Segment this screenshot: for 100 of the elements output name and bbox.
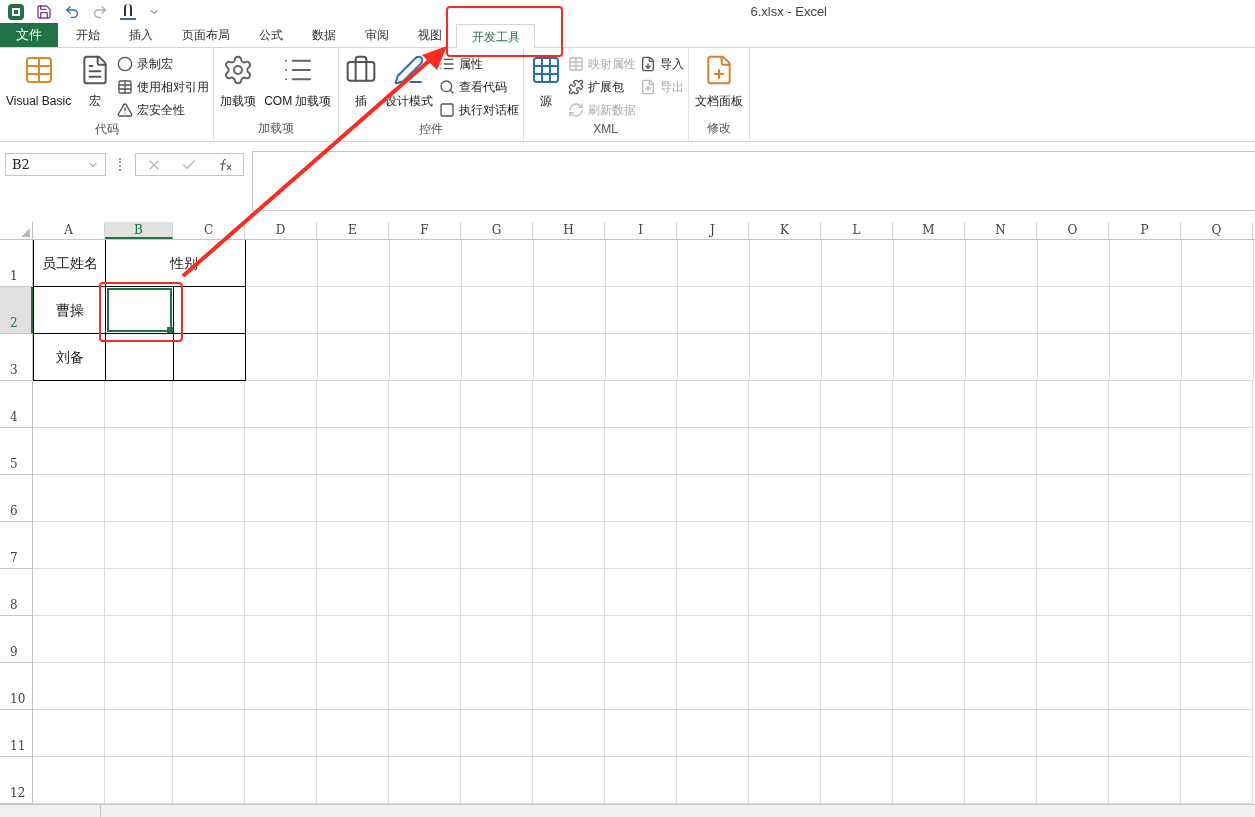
grid-cell[interactable]	[462, 287, 534, 334]
grid-cell[interactable]	[1037, 381, 1109, 428]
file-tab[interactable]: 文件	[0, 23, 58, 47]
grid-cell[interactable]	[246, 334, 318, 381]
grid-cell[interactable]	[1037, 616, 1109, 663]
grid-cell[interactable]	[677, 475, 749, 522]
ribbon-tab[interactable]: 开始	[61, 23, 114, 47]
grid-cell[interactable]	[1037, 569, 1109, 616]
grid-cell[interactable]	[105, 663, 173, 710]
function-icon[interactable]	[217, 156, 234, 173]
grid-cell[interactable]	[822, 240, 894, 287]
table-cell[interactable]	[106, 334, 174, 381]
grid-cell[interactable]	[1038, 334, 1110, 381]
grid-cell[interactable]	[173, 710, 245, 757]
grid-cell[interactable]	[605, 428, 677, 475]
table-cell[interactable]	[174, 334, 246, 381]
grid-cell[interactable]	[677, 428, 749, 475]
grid-cell[interactable]	[1182, 334, 1254, 381]
row-header[interactable]: 11	[0, 710, 33, 757]
grid-cell[interactable]	[1109, 710, 1181, 757]
grid-cell[interactable]	[605, 663, 677, 710]
grid-cell[interactable]	[534, 334, 606, 381]
grid-cell[interactable]	[749, 381, 821, 428]
grid-cell[interactable]	[461, 569, 533, 616]
column-header[interactable]: I	[605, 222, 677, 239]
grid-cell[interactable]	[822, 287, 894, 334]
grid-cell[interactable]	[33, 569, 105, 616]
ribbon-tab[interactable]: 开发工具	[456, 24, 535, 48]
grid-cell[interactable]	[1037, 522, 1109, 569]
grid-cell[interactable]	[677, 616, 749, 663]
grid-cell[interactable]	[893, 569, 965, 616]
grid-cell[interactable]	[1182, 287, 1254, 334]
grid-cell[interactable]	[317, 475, 389, 522]
grid-cell[interactable]	[749, 616, 821, 663]
grid-cell[interactable]	[821, 475, 893, 522]
grid-cell[interactable]	[605, 475, 677, 522]
ribbon-small-button[interactable]: 执行对话框	[438, 100, 519, 120]
grid-cell[interactable]	[461, 381, 533, 428]
row-header[interactable]: 9	[0, 616, 33, 663]
grid-cell[interactable]	[245, 663, 317, 710]
grid-cell[interactable]	[33, 428, 105, 475]
grid-cell[interactable]	[605, 522, 677, 569]
grid-cell[interactable]	[389, 522, 461, 569]
ribbon-small-button[interactable]: 使用相对引用	[117, 77, 210, 97]
grid-cell[interactable]	[677, 710, 749, 757]
grid-cell[interactable]	[821, 569, 893, 616]
grid-cell[interactable]	[533, 616, 605, 663]
grid-cell[interactable]	[33, 710, 105, 757]
grid-cell[interactable]	[1109, 522, 1181, 569]
column-header[interactable]: L	[821, 222, 893, 239]
ribbon-small-button[interactable]: 录制宏	[117, 54, 210, 74]
grid-cell[interactable]	[894, 334, 966, 381]
grid-cell[interactable]	[533, 428, 605, 475]
grid-cell[interactable]	[461, 428, 533, 475]
excel-logo-icon[interactable]	[8, 4, 24, 20]
grid-cell[interactable]	[821, 663, 893, 710]
grid-cell[interactable]	[390, 287, 462, 334]
grid-cell[interactable]	[821, 710, 893, 757]
grid-cell[interactable]	[105, 428, 173, 475]
grid-cell[interactable]	[245, 428, 317, 475]
grid-cell[interactable]	[678, 334, 750, 381]
grid-cell[interactable]	[1038, 287, 1110, 334]
grid-cell[interactable]	[1109, 569, 1181, 616]
grid-cell[interactable]	[821, 616, 893, 663]
grid-cell[interactable]	[893, 381, 965, 428]
grid-cell[interactable]	[606, 287, 678, 334]
grid-cell[interactable]	[822, 334, 894, 381]
undo-icon[interactable]	[64, 4, 80, 20]
grid-cell[interactable]	[317, 663, 389, 710]
grid-cell[interactable]	[965, 569, 1037, 616]
column-header[interactable]: K	[749, 222, 821, 239]
grid-cell[interactable]	[605, 616, 677, 663]
grid-cell[interactable]	[533, 381, 605, 428]
grid-cell[interactable]	[390, 334, 462, 381]
grid-cell[interactable]	[965, 616, 1037, 663]
grid-cell[interactable]	[677, 569, 749, 616]
grid-cell[interactable]	[462, 334, 534, 381]
grid-cell[interactable]	[389, 569, 461, 616]
grid-cell[interactable]	[1181, 381, 1253, 428]
row-header[interactable]: 4	[0, 381, 33, 428]
ribbon-tab[interactable]: 审阅	[350, 23, 403, 47]
ribbon-button[interactable]: COM 加载项	[262, 52, 334, 119]
grid-cell[interactable]	[749, 710, 821, 757]
grid-cell[interactable]	[605, 710, 677, 757]
grid-cell[interactable]	[965, 710, 1037, 757]
grid-cell[interactable]	[606, 240, 678, 287]
grid-cell[interactable]	[893, 475, 965, 522]
grid-cell[interactable]	[750, 334, 822, 381]
ribbon-tab[interactable]: 页面布局	[167, 23, 244, 47]
table-cell[interactable]: 刘备	[34, 334, 106, 381]
grid-cell[interactable]	[893, 663, 965, 710]
ribbon-tab[interactable]: 数据	[297, 23, 350, 47]
row-header[interactable]: 8	[0, 569, 33, 616]
grid-cell[interactable]	[173, 428, 245, 475]
grid-cell[interactable]	[317, 428, 389, 475]
ribbon-button[interactable]: 源	[527, 52, 564, 120]
grid-cell[interactable]	[678, 287, 750, 334]
grid-cell[interactable]	[966, 334, 1038, 381]
grid-cell[interactable]	[245, 381, 317, 428]
ribbon-small-button[interactable]: 宏安全性	[117, 100, 210, 120]
